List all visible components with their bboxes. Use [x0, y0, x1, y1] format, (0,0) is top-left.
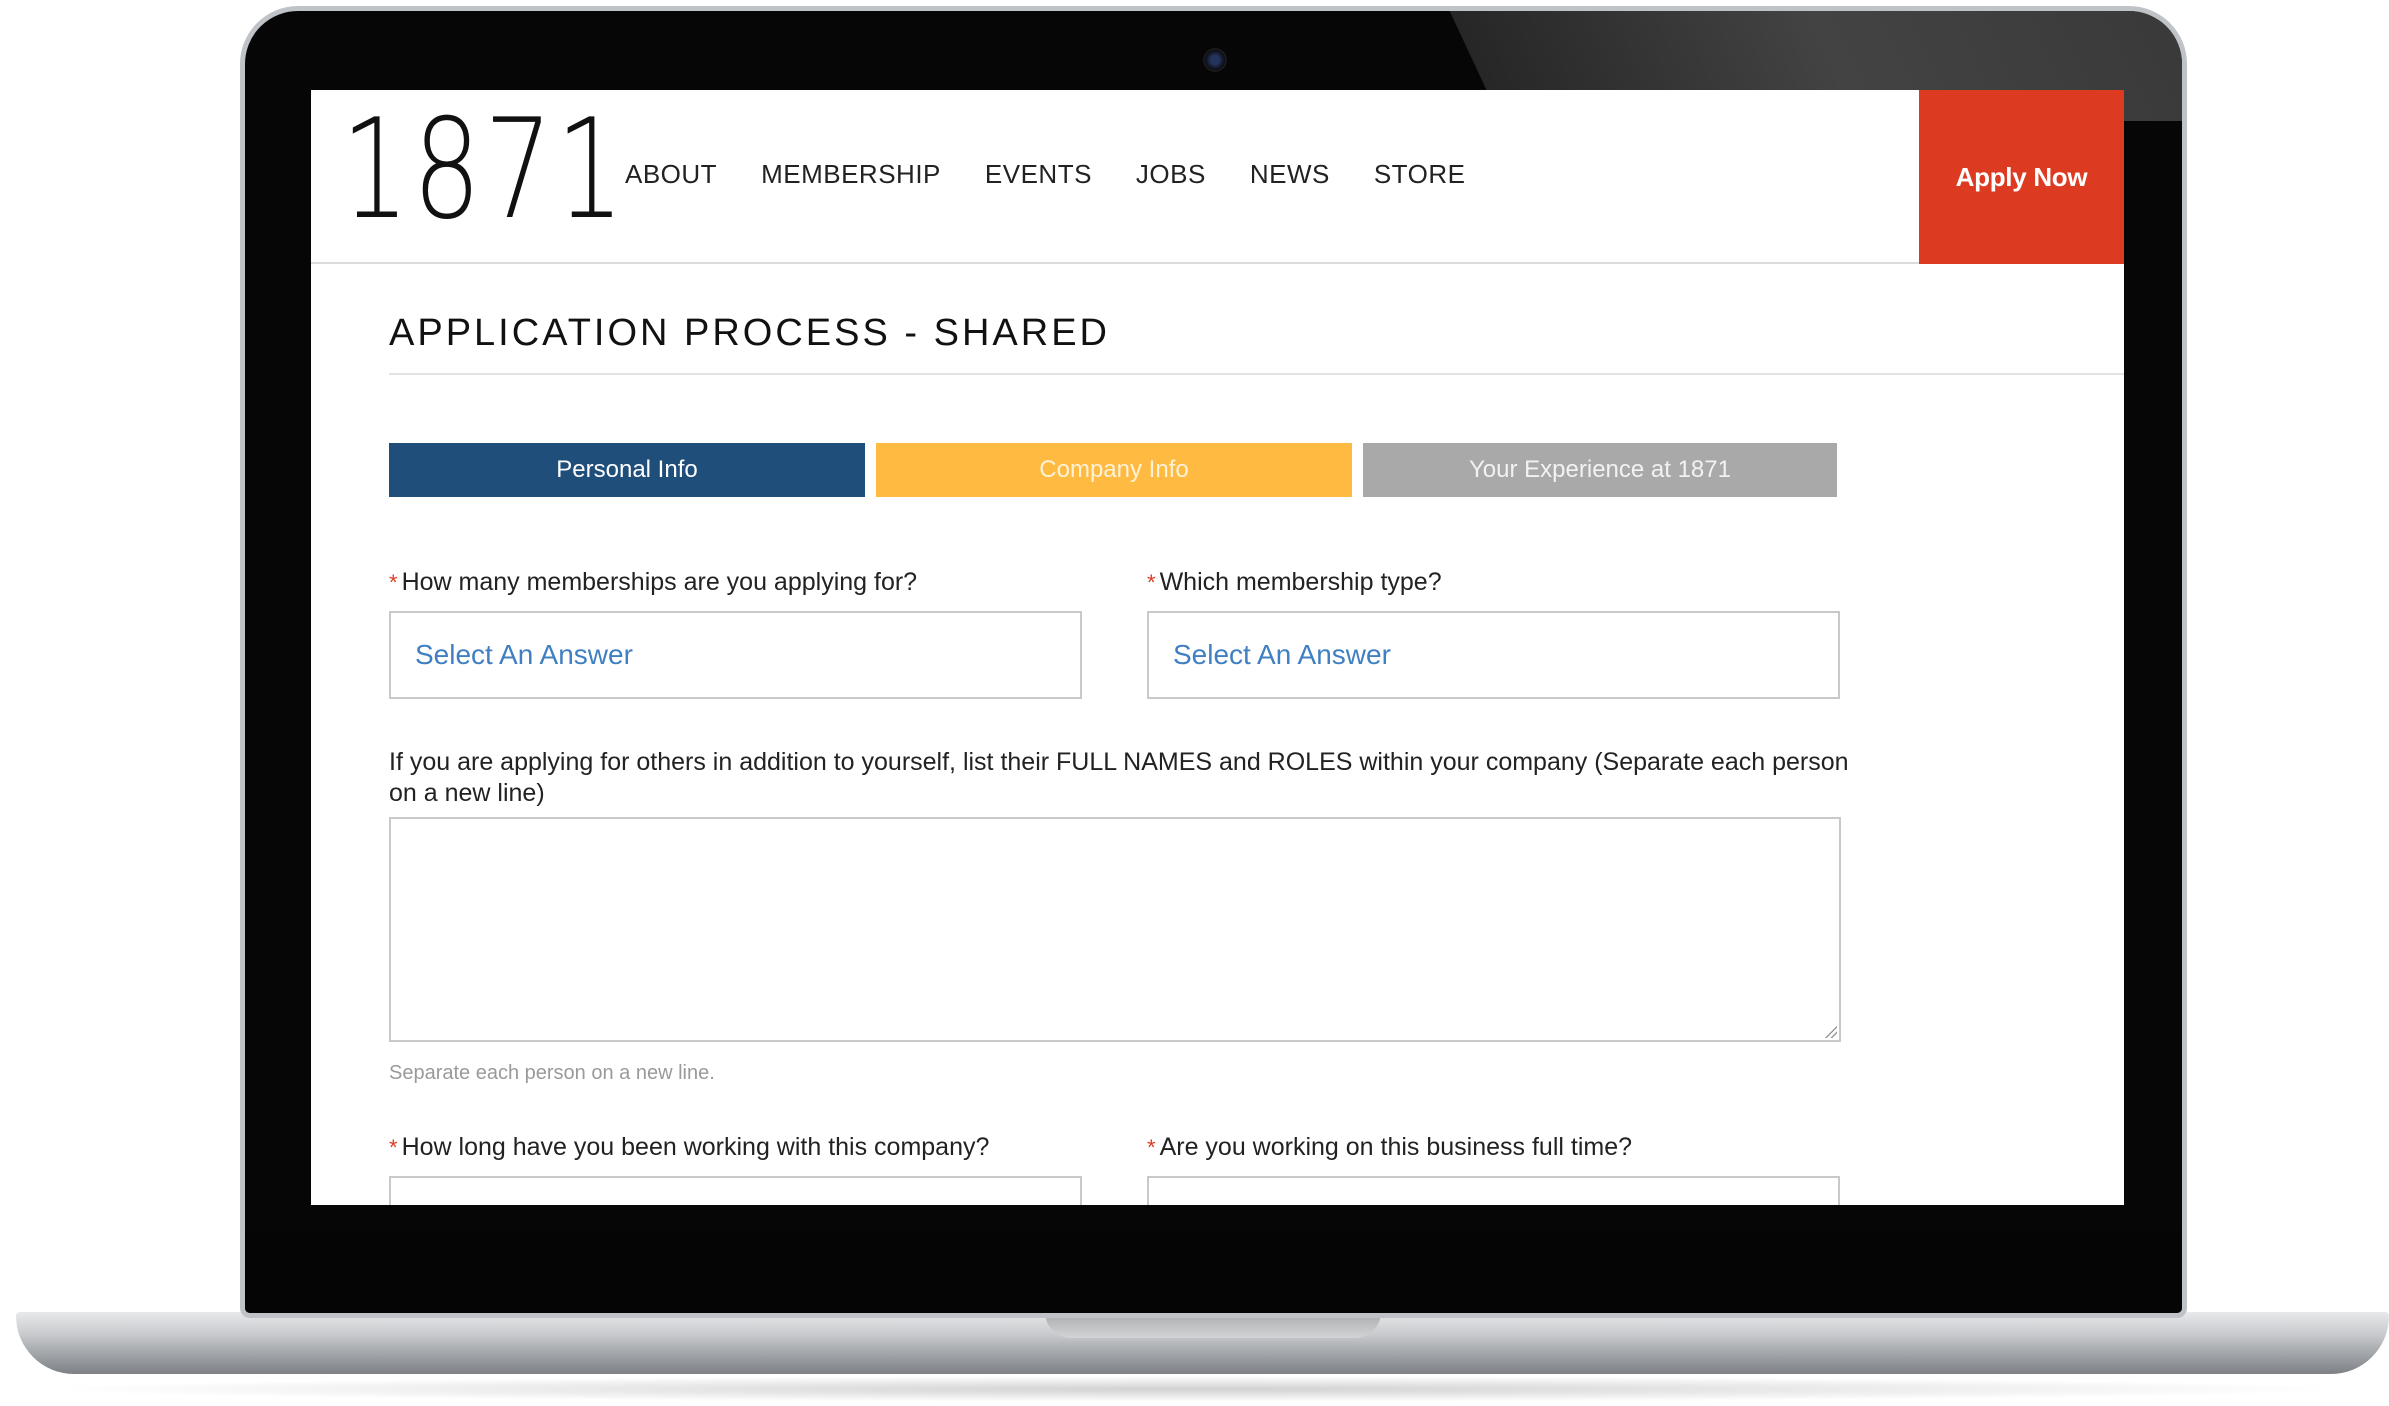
full-time-label-text: Are you working on this business full ti… — [1159, 1133, 1633, 1161]
nav-store[interactable]: STORE — [1374, 152, 1466, 196]
main-nav: ABOUT MEMBERSHIP EVENTS JOBS NEWS STORE — [625, 152, 1509, 196]
bottom-bezel — [245, 1231, 2182, 1313]
others-names-textarea[interactable] — [389, 817, 1841, 1042]
others-names-label: If you are applying for others in additi… — [389, 748, 1849, 807]
step-tabs: Personal Info Company Info Your Experien… — [389, 443, 1837, 497]
step-experience[interactable]: Your Experience at 1871 — [1363, 443, 1837, 497]
resize-grip-icon[interactable] — [1825, 1026, 1837, 1038]
nav-events[interactable]: EVENTS — [985, 152, 1092, 196]
laptop-shadow — [30, 1376, 2360, 1402]
required-marker: * — [389, 570, 398, 595]
nav-membership[interactable]: MEMBERSHIP — [761, 152, 941, 196]
membership-type-select[interactable]: Select An Answer — [1147, 611, 1840, 699]
memberships-count-select[interactable]: Select An Answer — [389, 611, 1082, 699]
membership-type-label-text: Which membership type? — [1159, 568, 1442, 596]
membership-type-label: * Which membership type? — [1147, 568, 1442, 597]
step-company-info[interactable]: Company Info — [876, 443, 1352, 497]
title-divider — [389, 373, 2124, 375]
full-time-select[interactable] — [1147, 1176, 1840, 1205]
required-marker: * — [1147, 1135, 1156, 1160]
nav-jobs[interactable]: JOBS — [1136, 152, 1206, 196]
browser-screen: 1871 ABOUT MEMBERSHIP EVENTS JOBS NEWS S… — [311, 90, 2124, 1205]
tenure-select[interactable] — [389, 1176, 1082, 1205]
tenure-label: * How long have you been working with thi… — [389, 1133, 989, 1162]
others-names-hint: Separate each person on a new line. — [389, 1062, 715, 1084]
nav-about[interactable]: ABOUT — [625, 152, 717, 196]
site-logo[interactable]: 1871 — [341, 100, 624, 240]
full-time-label: * Are you working on this business full t… — [1147, 1133, 1632, 1162]
nav-news[interactable]: NEWS — [1250, 152, 1330, 196]
tenure-label-text: How long have you been working with this… — [401, 1133, 990, 1161]
step-personal-info[interactable]: Personal Info — [389, 443, 865, 497]
apply-now-button[interactable]: Apply Now — [1919, 90, 2124, 264]
page-title: APPLICATION PROCESS - SHARED — [389, 312, 1110, 354]
site-header: 1871 ABOUT MEMBERSHIP EVENTS JOBS NEWS S… — [311, 90, 2124, 264]
required-marker: * — [1147, 570, 1156, 595]
required-marker: * — [389, 1135, 398, 1160]
memberships-count-label-text: How many memberships are you applying fo… — [401, 568, 918, 596]
memberships-count-label: * How many memberships are you applying f… — [389, 568, 917, 597]
camera-icon — [1203, 48, 1227, 72]
